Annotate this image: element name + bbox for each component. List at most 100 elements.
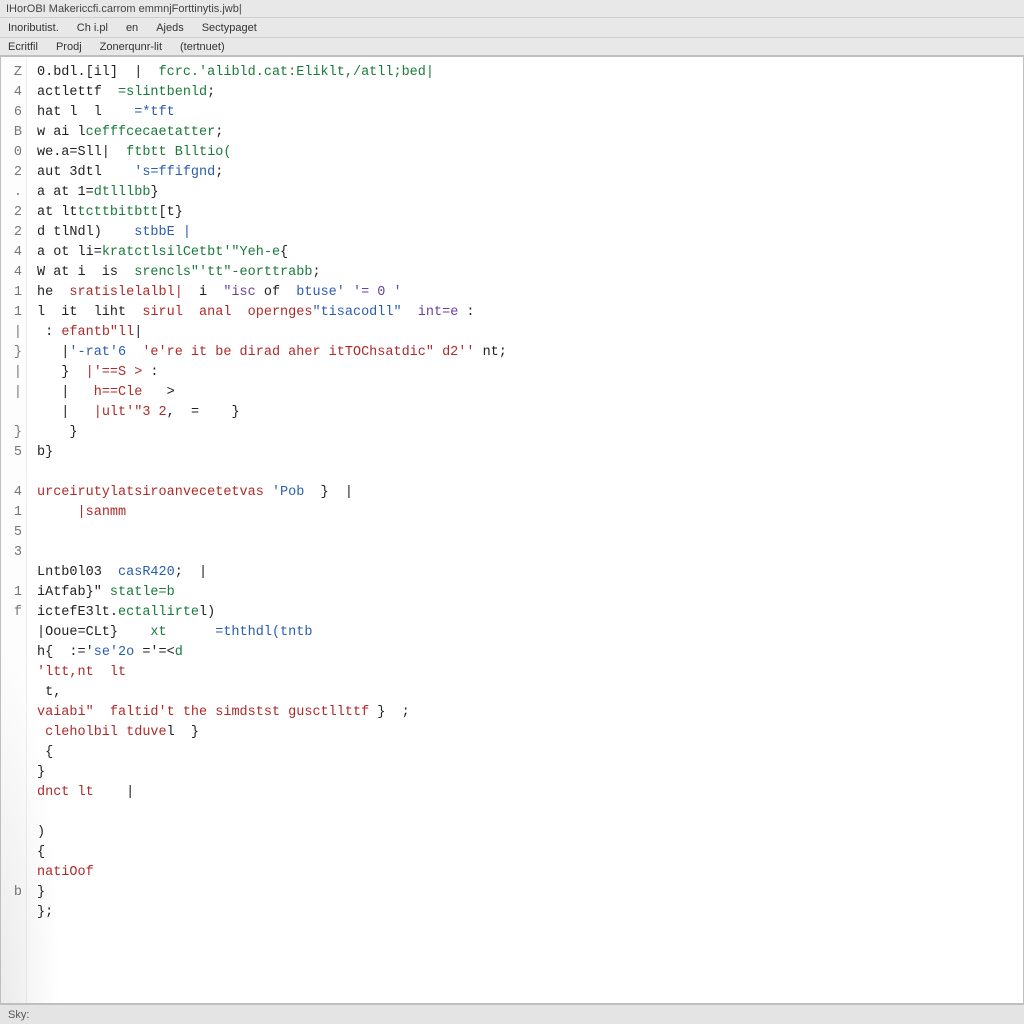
code-token: 's=ffifgnd (134, 165, 215, 180)
code-line[interactable]: he sratislelalbl| i "isc of btuse' '= 0 … (37, 283, 1015, 303)
code-line[interactable]: }; (37, 903, 1015, 923)
code-token: "tisacodll" (312, 305, 401, 320)
code-token: nt; (474, 345, 506, 360)
code-token: { (37, 845, 45, 860)
code-token: aut 3dtl (37, 165, 134, 180)
gutter-line (1, 463, 26, 483)
code-token: stbbE | (134, 225, 191, 240)
code-line[interactable]: urceirutylatsiroanvecetetvas 'Pob } | (37, 483, 1015, 503)
gutter-line: 2 (1, 203, 26, 223)
code-token: casR420 (118, 565, 175, 580)
tool-item-0[interactable]: Ecritfil (8, 41, 38, 53)
tool-item-2[interactable]: Zonerqunr-lit (100, 41, 162, 53)
gutter-line (1, 623, 26, 643)
code-area[interactable]: 0.bdl.[il] | fcrc.'alibld.cat:Eliklt,/at… (27, 57, 1023, 1003)
code-line[interactable]: l it liht sirul anal opernges"tisacodll"… (37, 303, 1015, 323)
code-line[interactable]: dnct lt | (37, 783, 1015, 803)
code-token (126, 345, 142, 360)
code-token: '-rat'6 (69, 345, 126, 360)
code-line[interactable]: { (37, 843, 1015, 863)
gutter-line (1, 663, 26, 683)
code-token: statle=b (110, 585, 175, 600)
code-line[interactable] (37, 543, 1015, 563)
code-token: tcttbitbtt (78, 205, 159, 220)
code-line[interactable]: ictefE3lt.ectallirtel) (37, 603, 1015, 623)
code-line[interactable]: 'ltt,nt lt (37, 663, 1015, 683)
code-line[interactable]: iAtfab}" statle=b (37, 583, 1015, 603)
gutter-line (1, 783, 26, 803)
code-line[interactable]: |Ooue=CLt} xt =ththdl(tntb (37, 623, 1015, 643)
code-line[interactable]: |sanmm (37, 503, 1015, 523)
menu-item-1[interactable]: Ch i.pl (77, 22, 108, 34)
code-token: } (37, 365, 86, 380)
code-token: }; (37, 905, 53, 920)
tool-item-3[interactable]: (tertnuet) (180, 41, 225, 53)
code-token: hat l l (37, 105, 134, 120)
code-token: h{ :=' (37, 645, 94, 660)
code-line[interactable]: at lttcttbitbtt[t} (37, 203, 1015, 223)
code-line[interactable]: | h==Cle > (37, 383, 1015, 403)
code-token: > (142, 385, 174, 400)
code-token: he (37, 285, 69, 300)
code-token: =ththdl(tntb (215, 625, 312, 640)
code-token: ; (215, 125, 223, 140)
gutter-line (1, 823, 26, 843)
code-token: [t} (159, 205, 183, 220)
menu-item-2[interactable]: en (126, 22, 138, 34)
code-line[interactable]: | |ult'"3 2, = } (37, 403, 1015, 423)
code-line[interactable]: b} (37, 443, 1015, 463)
code-line[interactable]: } (37, 763, 1015, 783)
code-token: ictefE3lt. (37, 605, 118, 620)
code-line[interactable]: } (37, 423, 1015, 443)
code-line[interactable]: Lntb0l03 casR420; | (37, 563, 1015, 583)
code-line[interactable]: : efantb"ll| (37, 323, 1015, 343)
menu-item-0[interactable]: Inoributist. (8, 22, 59, 34)
code-token: } (37, 765, 45, 780)
code-token: w ai l (37, 125, 86, 140)
gutter-line: 4 (1, 263, 26, 283)
code-token: ) (37, 825, 45, 840)
code-token: btuse' (296, 285, 345, 300)
code-line[interactable] (37, 803, 1015, 823)
gutter-line: B (1, 123, 26, 143)
code-line[interactable]: t, (37, 683, 1015, 703)
code-line[interactable]: } |'==S > : (37, 363, 1015, 383)
code-token: vaiabi" (37, 705, 94, 720)
code-line[interactable]: w ai lcefffcecaetatter; (37, 123, 1015, 143)
code-editor[interactable]: Z46B02.224411|}||}541531fb 0.bdl.[il] | … (0, 56, 1024, 1004)
code-line[interactable]: we.a=Sll| ftbtt Blltio( (37, 143, 1015, 163)
gutter-line: f (1, 603, 26, 623)
menu-item-3[interactable]: Ajeds (156, 22, 184, 34)
code-line[interactable]: W at i is srencls"'tt"-eorttrabb; (37, 263, 1015, 283)
code-token: ftbtt Blltio( (126, 145, 231, 160)
tool-item-1[interactable]: Prodj (56, 41, 82, 53)
code-line[interactable]: h{ :='se'2o ='=<d (37, 643, 1015, 663)
code-token: ='=< (134, 645, 175, 660)
code-line[interactable]: d tlNdl) stbbE | (37, 223, 1015, 243)
code-line[interactable]: natiOof (37, 863, 1015, 883)
code-line[interactable]: } (37, 883, 1015, 903)
menu-item-4[interactable]: Sectypaget (202, 22, 257, 34)
code-token: h==Cle (94, 385, 143, 400)
code-line[interactable]: |'-rat'6 'e're it be dirad aher itTOChsa… (37, 343, 1015, 363)
code-line[interactable]: ) (37, 823, 1015, 843)
gutter-line: 0 (1, 143, 26, 163)
code-line[interactable]: aut 3dtl 's=ffifgnd; (37, 163, 1015, 183)
code-line[interactable] (37, 463, 1015, 483)
code-token: |ult'"3 2 (94, 405, 167, 420)
code-line[interactable]: cleholbil tduvel } (37, 723, 1015, 743)
code-line[interactable]: 0.bdl.[il] | fcrc.'alibld.cat:Eliklt,/at… (37, 63, 1015, 83)
code-token: l) (199, 605, 215, 620)
code-line[interactable]: a ot li=kratctlsilCetbt'"Yeh-e{ (37, 243, 1015, 263)
code-line[interactable]: actlettf =slintbenld; (37, 83, 1015, 103)
code-token: =*tft (134, 105, 175, 120)
code-line[interactable]: { (37, 743, 1015, 763)
code-token: ectallirte (118, 605, 199, 620)
code-line[interactable] (37, 523, 1015, 543)
code-line[interactable]: a at 1=dtlllbb} (37, 183, 1015, 203)
code-line[interactable]: vaiabi" faltid't the simdstst gusctllttf… (37, 703, 1015, 723)
code-line[interactable]: hat l l =*tft (37, 103, 1015, 123)
gutter-line (1, 743, 26, 763)
gutter-line: 3 (1, 543, 26, 563)
gutter-line: 1 (1, 283, 26, 303)
